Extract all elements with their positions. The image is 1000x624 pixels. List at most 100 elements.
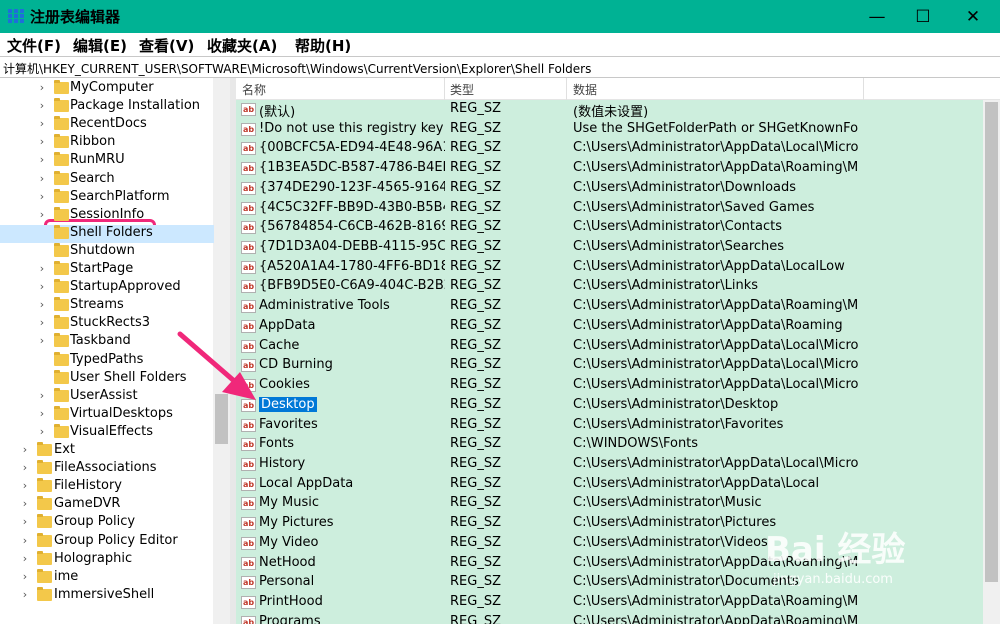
menu-favorites[interactable]: 收藏夹(A)	[207, 35, 277, 56]
tree-item[interactable]: › GameDVR	[0, 496, 214, 514]
string-value-icon: ab	[241, 241, 256, 255]
tree-item[interactable]: TypedPaths	[0, 351, 214, 370]
tree-item[interactable]: › StuckRects3	[0, 315, 214, 333]
expand-chevron-icon[interactable]: ›	[20, 443, 30, 456]
selected-value-name: Desktop	[259, 396, 317, 412]
value-row[interactable]: ab CD Burning REG_SZ C:\Users\Administrator…	[236, 356, 983, 376]
value-row[interactable]: ab Cookies REG_SZ C:\Users\Administrator\Ap…	[236, 376, 983, 396]
value-row[interactable]: ab {374DE290-123F-4565-9164-... REG_SZ C:\U…	[236, 179, 983, 199]
value-row[interactable]: ab History REG_SZ C:\Users\Administrator\Ap…	[236, 455, 983, 475]
expand-chevron-icon[interactable]: ›	[37, 280, 47, 293]
value-row[interactable]: ab {A520A1A4-1780-4FF6-BD18... REG_SZ C:\Us…	[236, 258, 983, 278]
value-name-text: My Video	[259, 534, 319, 550]
expand-chevron-icon[interactable]: ›	[37, 208, 47, 221]
expand-chevron-icon[interactable]: ›	[37, 117, 47, 130]
column-divider[interactable]	[566, 78, 567, 100]
value-row[interactable]: ab !Do not use this registry key REG_SZ Use…	[236, 120, 983, 140]
value-row[interactable]: ab{1B3EA5DC-B587-4786-B4EF-... REG_SZ C:\U…	[236, 159, 983, 179]
expand-chevron-icon[interactable]: ›	[37, 425, 47, 438]
expand-chevron-icon[interactable]: ›	[37, 316, 47, 329]
value-row[interactable]: ab Desktop REG_SZ C:\Users\Administrator\De…	[236, 396, 983, 416]
tree-item[interactable]: › Ribbon	[0, 134, 214, 152]
expand-chevron-icon[interactable]: ›	[20, 552, 30, 565]
maximize-button[interactable]: ☐	[900, 0, 946, 33]
tree-item[interactable]: › Streams	[0, 297, 214, 315]
expand-chevron-icon[interactable]: ›	[37, 153, 47, 166]
tree-item[interactable]: › Holographic	[0, 550, 214, 569]
expand-chevron-icon[interactable]: ›	[20, 497, 30, 510]
column-header-name[interactable]: 名称	[242, 81, 266, 98]
value-row[interactable]: ab Favorites REG_SZ C:\Users\Administrator\…	[236, 416, 983, 436]
value-row[interactable]: ab {00BCFC5A-ED94-4E48-96A1... REG_SZ C:\Us…	[236, 139, 983, 159]
expand-chevron-icon[interactable]: ›	[37, 298, 47, 311]
close-button[interactable]: ✕	[950, 0, 996, 33]
value-row[interactable]: ab AppData REG_SZ C:\Users\Administrator\Ap…	[236, 317, 983, 337]
tree-item[interactable]: › Group Policy	[0, 514, 214, 532]
tree-item[interactable]: › Package Installation	[0, 98, 214, 116]
tree-scrollbar-thumb[interactable]	[215, 394, 228, 444]
address-bar[interactable]: 计算机\HKEY_CURRENT_USER\SOFTWARE\Microsoft…	[0, 56, 1000, 78]
tree-item[interactable]: › RunMRU	[0, 152, 214, 170]
tree-item[interactable]: › StartupApproved	[0, 279, 214, 297]
expand-chevron-icon[interactable]: ›	[37, 135, 47, 148]
tree-item[interactable]: › Search	[0, 170, 214, 189]
tree-item[interactable]: › SessionInfo	[0, 206, 214, 225]
expand-chevron-icon[interactable]: ›	[20, 588, 30, 601]
tree-item[interactable]: › MyComputer	[0, 80, 214, 98]
tree-item[interactable]: › ime	[0, 568, 214, 587]
column-divider[interactable]	[444, 78, 445, 100]
column-header-type[interactable]: 类型	[450, 81, 474, 98]
value-row[interactable]: ab (默认) REG_SZ (数值未设置)	[236, 100, 983, 120]
value-name: {7D1D3A04-DEBB-4115-95CF...	[259, 239, 445, 254]
menu-help[interactable]: 帮助(H)	[295, 35, 351, 56]
value-row[interactable]: ab{4C5C32FF-BB9D-43B0-B5B4-... REG_SZ C:\U…	[236, 199, 983, 219]
tree-item[interactable]: › StartPage	[0, 261, 214, 279]
value-row[interactable]: ab {7D1D3A04-DEBB-4115-95CF... REG_SZ C:\Us…	[236, 238, 983, 258]
value-row[interactable]: ab Programs REG_SZ C:\Users\Administrator\A…	[236, 613, 983, 624]
tree-item[interactable]: Shell Folders	[0, 224, 214, 243]
tree-item[interactable]: User Shell Folders	[0, 369, 214, 388]
list-scrollbar-thumb[interactable]	[985, 102, 998, 582]
menu-view[interactable]: 查看(V)	[139, 35, 194, 56]
expand-chevron-icon[interactable]: ›	[20, 479, 30, 492]
value-row[interactable]: ab{BFB9D5E0-C6A9-404C-B2B2-... REG_SZ C:\U…	[236, 277, 983, 297]
value-row[interactable]: ab Fonts REG_SZ C:\WINDOWS\Fonts	[236, 435, 983, 455]
value-row[interactable]: ab Local AppData REG_SZ C:\Users\Administra…	[236, 475, 983, 495]
expand-chevron-icon[interactable]: ›	[20, 570, 30, 583]
key-tree-pane[interactable]: › MyComputer › Package Installation › RecentD…	[0, 78, 230, 624]
expand-chevron-icon[interactable]: ›	[37, 99, 47, 112]
tree-item[interactable]: › Group Policy Editor	[0, 532, 214, 551]
menu-edit[interactable]: 编辑(E)	[73, 35, 127, 56]
tree-item[interactable]: › Ext	[0, 442, 214, 460]
expand-chevron-icon[interactable]: ›	[37, 81, 47, 94]
expand-chevron-icon[interactable]: ›	[37, 190, 47, 203]
expand-chevron-icon[interactable]: ›	[20, 534, 30, 547]
tree-item[interactable]: › FileHistory	[0, 478, 214, 496]
column-divider[interactable]	[863, 78, 864, 100]
value-type: REG_SZ	[450, 515, 501, 531]
value-row[interactable]: ab Administrative Tools REG_SZ C:\Users\Adm…	[236, 297, 983, 317]
tree-item[interactable]: Shutdown	[0, 242, 214, 261]
tree-item[interactable]: › VisualEffects	[0, 423, 214, 442]
column-header-data[interactable]: 数据	[573, 81, 597, 98]
tree-item[interactable]: › RecentDocs	[0, 116, 214, 134]
expand-chevron-icon[interactable]: ›	[20, 515, 30, 528]
value-row[interactable]: ab Cache REG_SZ C:\Users\Administrator\AppD…	[236, 337, 983, 357]
expand-chevron-icon[interactable]: ›	[37, 334, 47, 347]
expand-chevron-icon[interactable]: ›	[37, 262, 47, 275]
expand-chevron-icon[interactable]: ›	[20, 461, 30, 474]
expand-chevron-icon[interactable]: ›	[37, 389, 47, 402]
tree-item[interactable]: › UserAssist	[0, 387, 214, 406]
value-row[interactable]: ab My Music REG_SZ C:\Users\Administrator\M…	[236, 494, 983, 514]
tree-item[interactable]: › FileAssociations	[0, 460, 214, 478]
menu-file[interactable]: 文件(F)	[7, 35, 61, 56]
tree-scrollbar[interactable]	[213, 78, 230, 624]
value-row[interactable]: ab{56784854-C6CB-462B-8169-... REG_SZ C:\U…	[236, 218, 983, 238]
tree-item[interactable]: › ImmersiveShell	[0, 586, 214, 605]
tree-item[interactable]: › VirtualDesktops	[0, 405, 214, 424]
tree-item[interactable]: › Taskband	[0, 333, 214, 351]
expand-chevron-icon[interactable]: ›	[37, 172, 47, 185]
expand-chevron-icon[interactable]: ›	[37, 407, 47, 420]
tree-item[interactable]: › SearchPlatform	[0, 188, 214, 207]
minimize-button[interactable]: —	[854, 0, 900, 33]
